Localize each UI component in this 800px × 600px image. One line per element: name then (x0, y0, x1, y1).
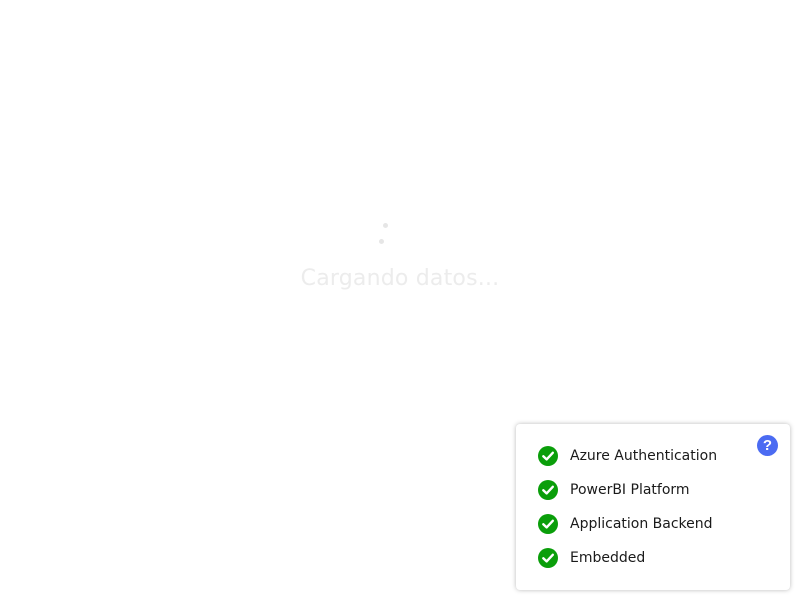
check-circle-icon (538, 446, 558, 466)
status-list: Azure Authentication PowerBI Platform Ap… (538, 445, 717, 569)
status-item-application-backend: Application Backend (538, 513, 717, 535)
status-item-embedded: Embedded (538, 547, 717, 569)
spinner-dot (382, 222, 388, 228)
status-label: Application Backend (570, 516, 713, 532)
loading-text: Cargando datos... (300, 266, 500, 291)
help-icon[interactable]: ? (757, 435, 778, 456)
loading-indicator: Cargando datos... (0, 215, 800, 325)
status-label: PowerBI Platform (570, 482, 690, 498)
check-circle-icon (538, 480, 558, 500)
spinner-icon (370, 219, 398, 247)
service-status-panel: ? Azure Authentication PowerBI Platform … (516, 424, 790, 590)
page: Cargando datos... ? Azure Authentication… (0, 0, 800, 600)
status-label: Embedded (570, 550, 646, 566)
status-item-azure-authentication: Azure Authentication (538, 445, 717, 467)
status-item-powerbi-platform: PowerBI Platform (538, 479, 717, 501)
check-circle-icon (538, 514, 558, 534)
check-circle-icon (538, 548, 558, 568)
status-label: Azure Authentication (570, 448, 718, 464)
spinner-dot (378, 238, 384, 244)
